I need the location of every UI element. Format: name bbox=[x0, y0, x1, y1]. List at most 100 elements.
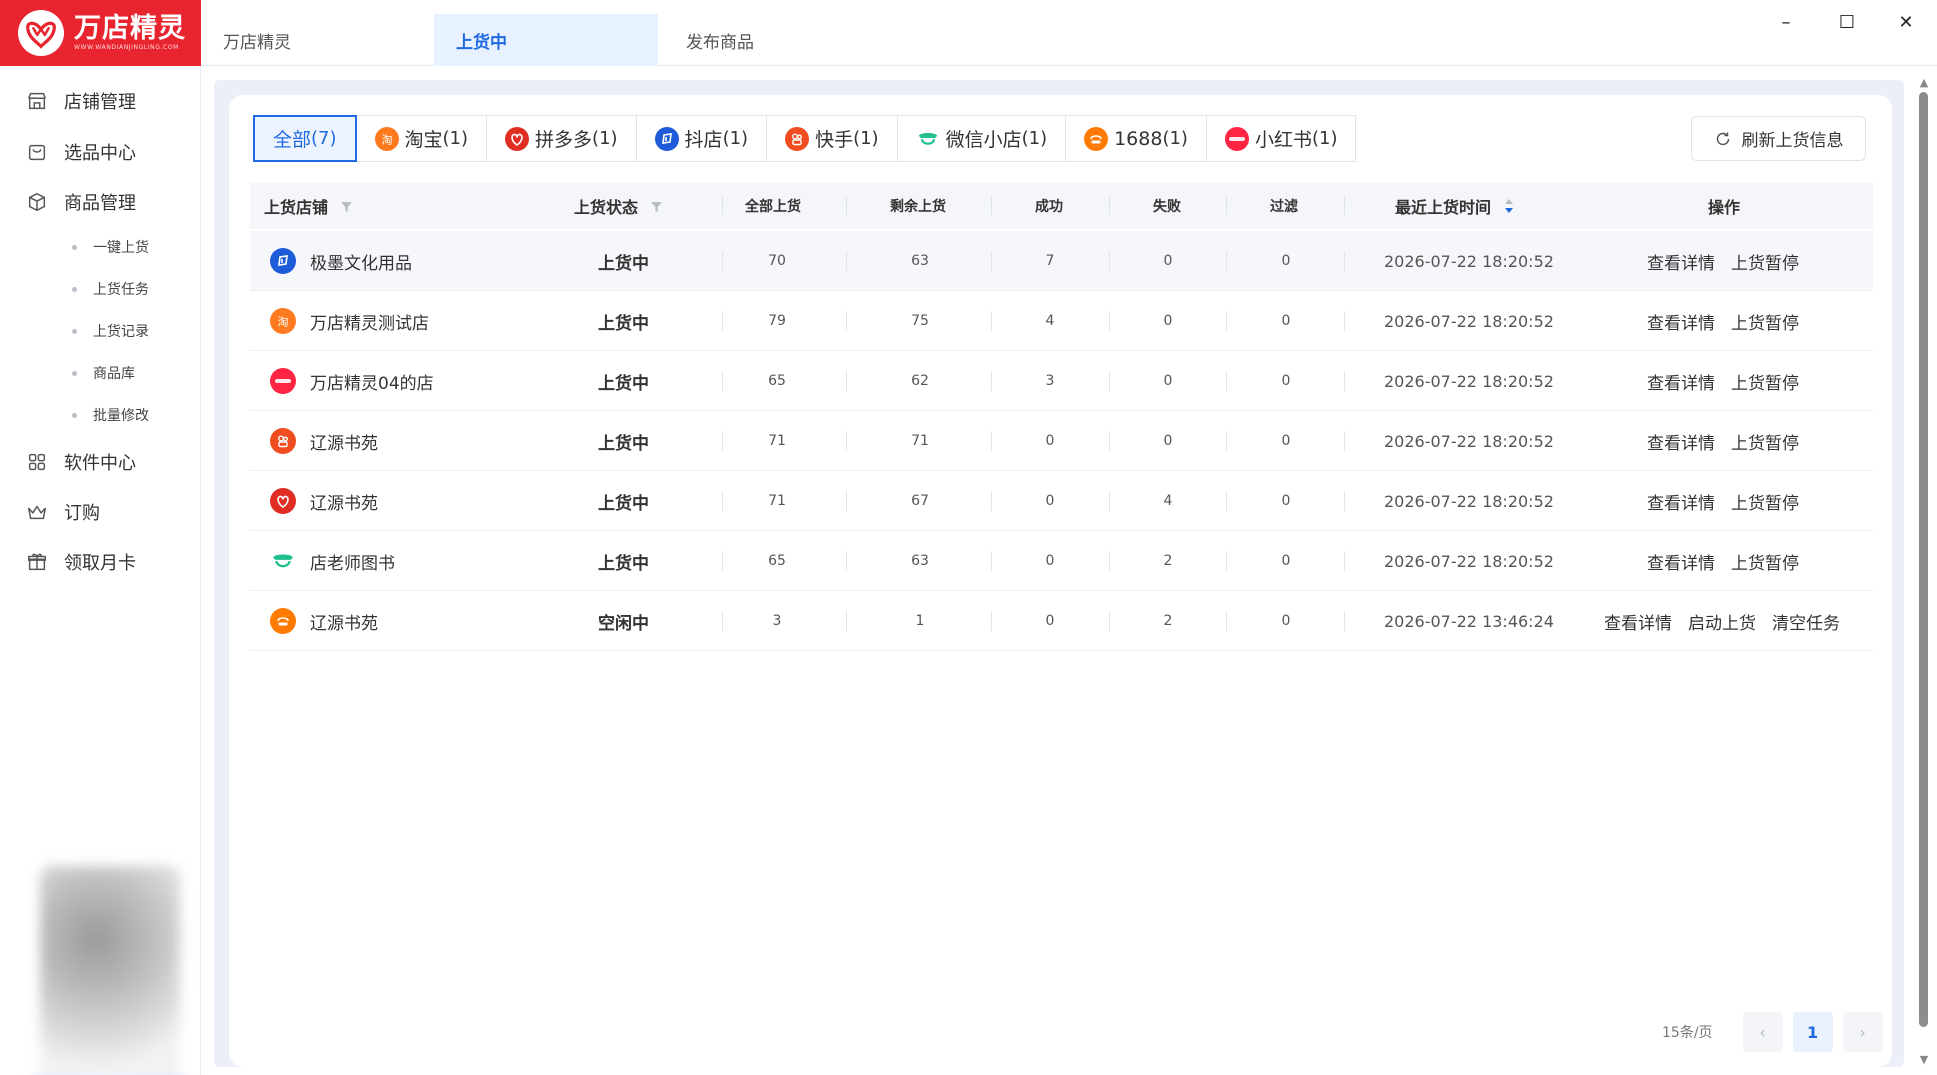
filter-count: (1) bbox=[1021, 128, 1048, 149]
pause-upload-link[interactable]: 上货暂停 bbox=[1731, 549, 1799, 574]
pause-upload-link[interactable]: 上货暂停 bbox=[1731, 429, 1799, 454]
column-divider bbox=[1344, 491, 1345, 511]
sidebar-subitem-label: 商品库 bbox=[93, 366, 135, 382]
header-label: 成功 bbox=[1035, 199, 1063, 215]
view-details-link[interactable]: 查看详情 bbox=[1647, 369, 1715, 394]
sidebar-subitem-product-library[interactable]: 商品库 bbox=[72, 362, 135, 384]
clear-tasks-link[interactable]: 清空任务 bbox=[1772, 609, 1840, 634]
prev-page-button[interactable]: ‹ bbox=[1742, 1012, 1783, 1052]
next-page-button[interactable]: › bbox=[1842, 1012, 1883, 1052]
view-details-link[interactable]: 查看详情 bbox=[1647, 249, 1715, 274]
column-divider bbox=[1109, 431, 1110, 451]
sidebar-item-product-management[interactable]: 商品管理 bbox=[26, 187, 136, 217]
sidebar-subitem-upload-tasks[interactable]: 上货任务 bbox=[72, 278, 149, 300]
remaining-cell: 63 bbox=[880, 231, 960, 291]
bullet-icon bbox=[72, 244, 77, 250]
page-number-button[interactable]: 1 bbox=[1792, 1012, 1833, 1052]
sidebar-item-subscribe[interactable]: 订购 bbox=[26, 497, 100, 527]
success-cell: 0 bbox=[1010, 411, 1090, 471]
remaining-cell: 67 bbox=[880, 471, 960, 531]
filtered-cell: 0 bbox=[1246, 531, 1326, 591]
column-divider bbox=[1226, 371, 1227, 391]
pause-upload-link[interactable]: 上货暂停 bbox=[1731, 309, 1799, 334]
tab-wandianjingling[interactable]: 万店精灵 bbox=[201, 14, 425, 66]
title-bar: 万店精灵 WWW.WANDIANJINGLING.COM 万店精灵 上货中 发布… bbox=[0, 0, 1937, 66]
scroll-down-arrow-icon[interactable]: ▼ bbox=[1917, 1053, 1931, 1067]
filter-icon[interactable] bbox=[340, 200, 353, 213]
sidebar-subitem-batch-edit[interactable]: 批量修改 bbox=[72, 404, 149, 426]
success-cell: 0 bbox=[1010, 591, 1090, 651]
filter-label: 淘宝 bbox=[404, 129, 443, 151]
status-cell: 上货中 bbox=[598, 291, 649, 351]
sidebar-item-monthly-card[interactable]: 领取月卡 bbox=[26, 547, 136, 577]
filter-tab-1688[interactable]: 1688 (1) bbox=[1065, 115, 1207, 162]
remaining-value: 63 bbox=[911, 553, 929, 569]
column-divider bbox=[722, 611, 723, 631]
success-cell: 0 bbox=[1010, 471, 1090, 531]
status-cell: 上货中 bbox=[598, 231, 649, 291]
sort-icon[interactable] bbox=[1503, 197, 1515, 215]
view-details-link[interactable]: 查看详情 bbox=[1604, 609, 1672, 634]
scroll-up-arrow-icon[interactable]: ▲ bbox=[1917, 76, 1931, 90]
page-number: 1 bbox=[1806, 1022, 1819, 1042]
minimize-button[interactable]: – bbox=[1764, 6, 1808, 38]
total-cell: 79 bbox=[737, 291, 817, 351]
tab-publish-product[interactable]: 发布商品 bbox=[664, 14, 888, 66]
last-upload-time: 2026-07-22 18:20:52 bbox=[1384, 311, 1554, 331]
sidebar-item-software-center[interactable]: 软件中心 bbox=[26, 447, 136, 477]
column-divider bbox=[846, 251, 847, 271]
filter-tab-xiaohongshu[interactable]: 小红书 (1) bbox=[1205, 115, 1357, 162]
pause-upload-link[interactable]: 上货暂停 bbox=[1731, 249, 1799, 274]
status-text: 上货中 bbox=[598, 553, 649, 574]
filter-tab-doudian[interactable]: 抖店 (1) bbox=[635, 115, 768, 162]
filter-icon[interactable] bbox=[650, 200, 663, 213]
column-divider bbox=[1344, 611, 1345, 631]
kuaishou-icon bbox=[270, 428, 296, 454]
qr-code-image bbox=[40, 866, 180, 1075]
filter-tab-taobao[interactable]: 淘 淘宝 (1) bbox=[355, 115, 488, 162]
shop-name: 辽源书苑 bbox=[310, 493, 378, 514]
header-last-upload-time[interactable]: 最近上货时间 bbox=[1395, 183, 1515, 229]
header-success: 成功 bbox=[1035, 183, 1063, 229]
start-upload-link[interactable]: 启动上货 bbox=[1688, 609, 1756, 634]
pause-upload-link[interactable]: 上货暂停 bbox=[1731, 369, 1799, 394]
view-details-link[interactable]: 查看详情 bbox=[1647, 429, 1715, 454]
view-details-link[interactable]: 查看详情 bbox=[1647, 309, 1715, 334]
filtered-cell: 0 bbox=[1246, 291, 1326, 351]
view-details-link[interactable]: 查看详情 bbox=[1647, 489, 1715, 514]
filter-tab-all[interactable]: 全部 (7) bbox=[253, 115, 357, 162]
page-size-selector[interactable]: 15条/页 bbox=[1662, 1022, 1713, 1042]
total-value: 71 bbox=[768, 493, 786, 509]
sidebar-subitem-upload-records[interactable]: 上货记录 bbox=[72, 320, 149, 342]
header-label: 全部上货 bbox=[745, 199, 801, 215]
app-logo: 万店精灵 WWW.WANDIANJINGLING.COM bbox=[0, 0, 201, 66]
tab-uploading[interactable]: 上货中 bbox=[434, 14, 658, 66]
shop-cell: 辽源书苑 bbox=[270, 411, 378, 471]
filtered-value: 0 bbox=[1281, 493, 1291, 509]
refresh-upload-info-button[interactable]: 刷新上货信息 bbox=[1691, 116, 1866, 161]
close-button[interactable]: ✕ bbox=[1884, 6, 1928, 38]
column-divider bbox=[991, 491, 992, 511]
sidebar-subitem-one-click-upload[interactable]: 一键上货 bbox=[72, 236, 149, 258]
view-details-link[interactable]: 查看详情 bbox=[1647, 549, 1715, 574]
table-row: 万店精灵04的店 上货中 65 62 3 0 0 2026-07-22 18:20:52 查看详… bbox=[250, 351, 1873, 411]
sidebar-item-label: 商品管理 bbox=[64, 193, 136, 214]
filter-count: (1) bbox=[722, 128, 749, 149]
status-cell: 上货中 bbox=[598, 531, 649, 591]
operations-cell: 查看详情 上货暂停 bbox=[1647, 231, 1815, 291]
operations-cell: 查看详情 上货暂停 bbox=[1647, 411, 1815, 471]
filter-tab-pinduoduo[interactable]: 拼多多 (1) bbox=[486, 115, 637, 162]
wechat-shop-icon bbox=[270, 548, 296, 574]
scrollbar-thumb[interactable] bbox=[1919, 92, 1928, 1027]
sidebar-item-selection-center[interactable]: 选品中心 bbox=[26, 137, 136, 167]
failed-cell: 0 bbox=[1128, 291, 1208, 351]
pause-upload-link[interactable]: 上货暂停 bbox=[1731, 489, 1799, 514]
maximize-button[interactable]: ☐ bbox=[1825, 6, 1869, 38]
column-divider bbox=[846, 311, 847, 331]
success-value: 0 bbox=[1045, 433, 1055, 449]
svg-text:淘: 淘 bbox=[381, 133, 392, 146]
filter-tab-kuaishou[interactable]: 快手 (1) bbox=[766, 115, 898, 162]
filter-tab-wechat-shop[interactable]: 微信小店 (1) bbox=[896, 115, 1067, 162]
sidebar-item-label: 店铺管理 bbox=[64, 92, 136, 113]
sidebar-item-store-management[interactable]: 店铺管理 bbox=[26, 86, 136, 116]
